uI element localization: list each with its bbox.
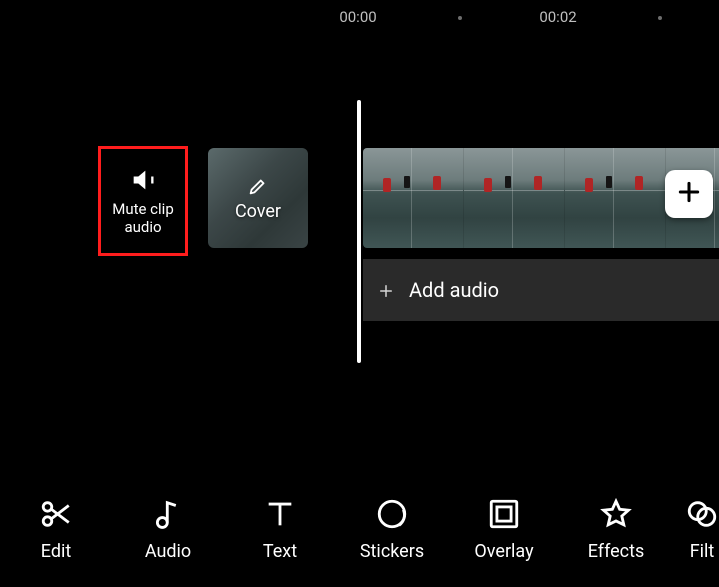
tool-label: Text xyxy=(263,541,297,562)
add-clip-button[interactable] xyxy=(665,170,713,218)
clip-thumbnail xyxy=(565,148,666,248)
ruler-time-0: 00:00 xyxy=(339,8,376,26)
timeline-area: Mute clip audio Cover xyxy=(0,100,719,370)
star-icon xyxy=(599,497,633,531)
mute-clip-audio-label: Mute clip audio xyxy=(103,200,183,236)
tool-audio[interactable]: Audio xyxy=(112,497,224,562)
filters-icon xyxy=(685,497,719,531)
clip-thumbnail xyxy=(464,148,565,248)
scissors-icon xyxy=(39,497,73,531)
speaker-icon xyxy=(129,166,157,194)
add-audio-button[interactable]: Add audio xyxy=(363,259,719,321)
overlay-icon xyxy=(487,497,521,531)
sticker-icon xyxy=(375,497,409,531)
tool-label: Overlay xyxy=(474,541,533,562)
tool-label: Effects xyxy=(588,541,645,562)
tool-stickers[interactable]: Stickers xyxy=(336,497,448,562)
tool-label: Audio xyxy=(145,541,191,562)
add-audio-label: Add audio xyxy=(409,278,499,302)
cover-label: Cover xyxy=(235,201,281,222)
pencil-icon xyxy=(247,175,269,197)
timeline-ruler: 00:00 00:02 xyxy=(0,8,719,28)
clip-thumbnail xyxy=(363,148,464,248)
tool-overlay[interactable]: Overlay xyxy=(448,497,560,562)
ruler-time-1: 00:02 xyxy=(539,8,576,26)
mute-clip-audio-button[interactable]: Mute clip audio xyxy=(98,146,188,256)
music-note-icon xyxy=(151,497,185,531)
plus-icon xyxy=(676,179,702,209)
tool-label: Edit xyxy=(41,541,71,562)
playhead[interactable] xyxy=(357,100,361,363)
ruler-tick-dot xyxy=(658,16,662,20)
tool-text[interactable]: Text xyxy=(224,497,336,562)
tool-edit[interactable]: Edit xyxy=(0,497,112,562)
cover-button[interactable]: Cover xyxy=(208,148,308,248)
bottom-toolbar: Edit Audio Text Stickers xyxy=(0,489,719,569)
ruler-tick-dot xyxy=(458,16,462,20)
tool-label: Stickers xyxy=(360,541,424,562)
tool-effects[interactable]: Effects xyxy=(560,497,672,562)
text-icon xyxy=(263,497,297,531)
plus-icon xyxy=(377,281,395,299)
tool-filters[interactable]: Filt xyxy=(672,497,719,562)
tool-label: Filt xyxy=(690,541,715,562)
